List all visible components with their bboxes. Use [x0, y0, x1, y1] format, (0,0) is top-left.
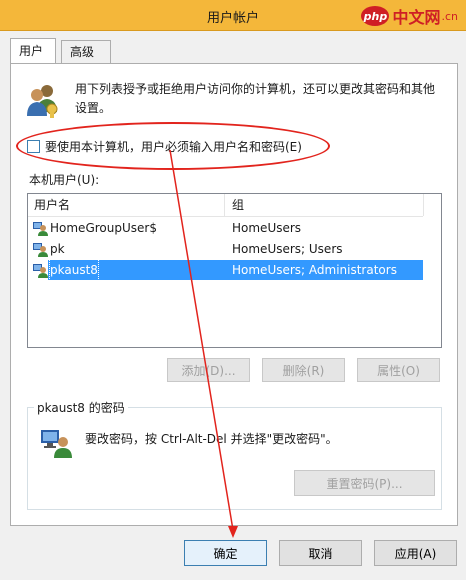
cancel-button[interactable]: 取消 [279, 540, 362, 566]
users-icon [27, 85, 58, 118]
properties-button[interactable]: 属性(O) [357, 358, 440, 382]
users-listview[interactable]: 用户名 组 HomeGroupUser$ HomeUsers pk HomeUs… [27, 193, 442, 348]
tab-users[interactable]: 用户 [10, 38, 56, 63]
users-tab-panel: 用下列表授予或拒绝用户访问你的计算机，还可以更改其密码和其他设置。 要使用本计算… [10, 63, 458, 526]
user-icon [33, 222, 48, 236]
title-bar: 用户帐户 php 中文网 .cn [0, 0, 466, 31]
user-icon [33, 264, 48, 278]
user-name: pkaust8 [49, 259, 99, 281]
listview-header: 用户名 组 [28, 194, 423, 217]
watermark-text: 中文网 [392, 8, 441, 27]
annotation-ellipse [16, 122, 330, 170]
php-logo-icon: php [361, 6, 390, 26]
user-group: HomeUsers; Users [232, 242, 343, 256]
user-icon [33, 243, 48, 257]
user-group: HomeUsers [232, 221, 302, 235]
user-name: pk [50, 242, 65, 256]
watermark-suffix: .cn [441, 9, 458, 23]
table-row[interactable]: pk HomeUsers; Users [28, 239, 423, 259]
description-text: 用下列表授予或拒绝用户访问你的计算机，还可以更改其密码和其他设置。 [75, 82, 436, 115]
apply-button[interactable]: 应用(A) [374, 540, 457, 566]
column-header-username[interactable]: 用户名 [28, 194, 225, 216]
tab-advanced[interactable]: 高级 [61, 40, 111, 63]
ok-button[interactable]: 确定 [184, 540, 267, 566]
computer-user-icon [41, 430, 72, 458]
table-row[interactable]: HomeGroupUser$ HomeUsers [28, 218, 423, 238]
header-scroll-spacer [423, 194, 441, 216]
user-group: HomeUsers; Administrators [232, 263, 397, 277]
remove-user-button[interactable]: 删除(R) [262, 358, 345, 382]
password-groupbox: pkaust8 的密码 要改密码，按 Ctrl-Alt-Del 并选择"更改密码… [27, 399, 442, 510]
reset-password-button[interactable]: 重置密码(P)... [294, 470, 435, 496]
php-watermark: php 中文网 .cn [361, 4, 458, 28]
table-row-selected[interactable]: pkaust8 HomeUsers; Administrators [28, 259, 423, 281]
local-users-label: 本机用户(U): [29, 173, 100, 187]
user-name: HomeGroupUser$ [50, 221, 157, 235]
column-header-group[interactable]: 组 [226, 194, 422, 216]
add-user-button[interactable]: 添加(D)... [167, 358, 250, 382]
password-group-title: pkaust8 的密码 [34, 399, 128, 416]
change-password-hint: 要改密码，按 Ctrl-Alt-Del 并选择"更改密码"。 [85, 432, 338, 446]
